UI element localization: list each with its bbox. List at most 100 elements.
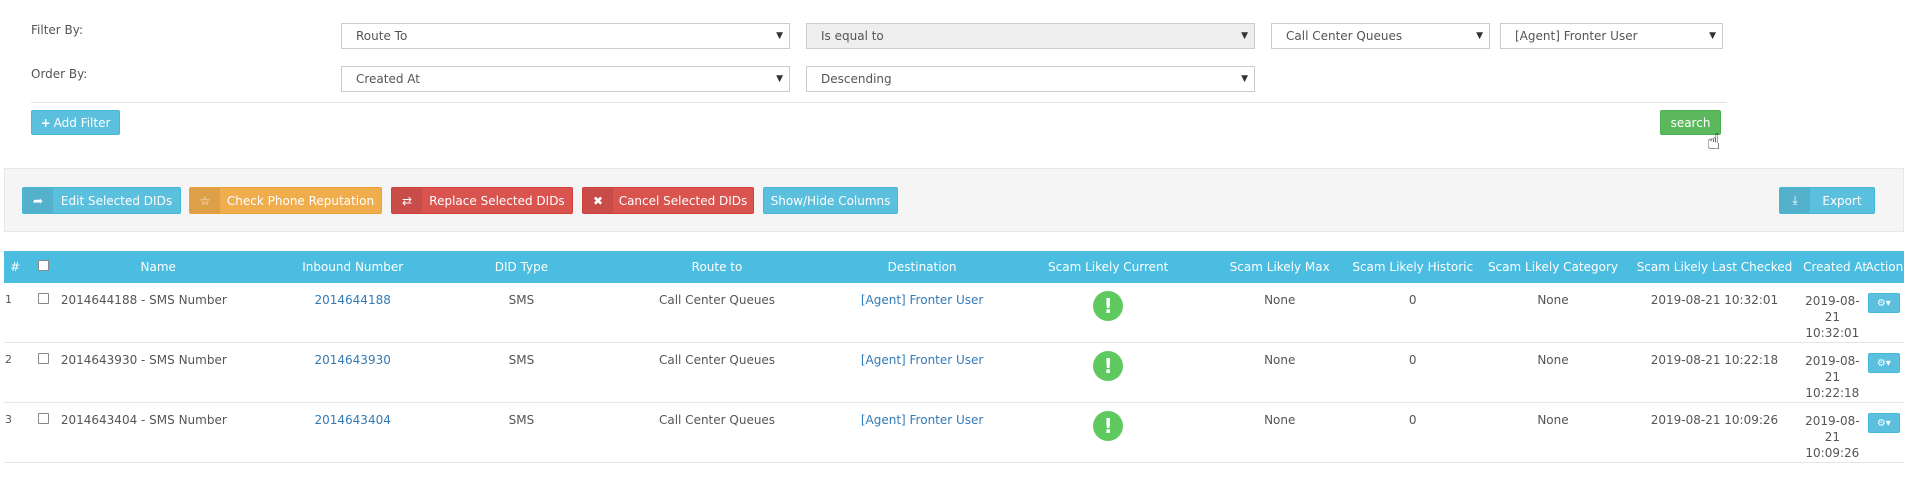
row-action-button[interactable]: ⚙▾ xyxy=(1867,413,1900,433)
chevron-down-icon: ▼ xyxy=(1241,74,1248,84)
destination-link[interactable]: [Agent] Fronter User xyxy=(861,413,984,427)
header-destination[interactable]: Destination xyxy=(839,251,1005,283)
inbound-number-link[interactable]: 2014644188 xyxy=(315,293,391,307)
row-checkbox[interactable] xyxy=(37,293,49,304)
row-scam-historic: 0 xyxy=(1347,283,1479,343)
row-scam-max: None xyxy=(1212,283,1348,343)
dids-table: # Name Inbound Number DID Type Route to … xyxy=(4,251,1904,463)
filter-divider xyxy=(31,102,1727,103)
add-filter-button[interactable]: + Add Filter xyxy=(31,110,120,135)
header-num: # xyxy=(4,251,27,283)
row-checkbox[interactable] xyxy=(37,413,49,424)
edit-selected-dids-button[interactable]: ➦ Edit Selected DIDs xyxy=(22,187,181,214)
header-scam-likely-category[interactable]: Scam Likely Category xyxy=(1478,251,1628,283)
row-scam-historic: 0 xyxy=(1347,402,1479,463)
chevron-down-icon: ▼ xyxy=(776,31,783,41)
header-scam-likely-historic[interactable]: Scam Likely Historic xyxy=(1347,251,1479,283)
table-row: 1 2014644188 - SMS Number 2014644188 SMS… xyxy=(4,283,1904,343)
created-date: 2019-08- xyxy=(1805,354,1860,368)
created-time: 10:32:01 xyxy=(1805,326,1860,340)
row-scam-last-checked: 2019-08-21 10:22:18 xyxy=(1627,342,1802,403)
row-route-to: Call Center Queues xyxy=(594,283,840,343)
order-field-select[interactable]: Created At ▼ xyxy=(341,66,790,92)
row-select[interactable] xyxy=(26,283,60,343)
select-all-checkbox[interactable] xyxy=(37,260,49,271)
row-action-button[interactable]: ⚙▾ xyxy=(1867,293,1900,313)
row-route-to: Call Center Queues xyxy=(594,402,840,463)
row-select[interactable] xyxy=(26,402,60,463)
row-select[interactable] xyxy=(26,342,60,403)
header-scam-likely-last-checked[interactable]: Scam Likely Last Checked xyxy=(1627,251,1802,283)
table-header-row: # Name Inbound Number DID Type Route to … xyxy=(4,251,1904,283)
row-did-type: SMS xyxy=(448,283,595,343)
gear-icon: ⚙▾ xyxy=(1876,297,1891,309)
row-scam-category: None xyxy=(1478,402,1628,463)
destination-link[interactable]: [Agent] Fronter User xyxy=(861,353,984,367)
row-did-type: SMS xyxy=(448,402,595,463)
header-scam-likely-max[interactable]: Scam Likely Max xyxy=(1212,251,1348,283)
row-num: 1 xyxy=(4,283,27,343)
row-inbound-number[interactable]: 2014643930 xyxy=(256,342,449,403)
row-inbound-number[interactable]: 2014644188 xyxy=(256,283,449,343)
row-inbound-number[interactable]: 2014643404 xyxy=(256,402,449,463)
header-did-type[interactable]: DID Type xyxy=(448,251,595,283)
inbound-number-link[interactable]: 2014643404 xyxy=(315,413,391,427)
filter-value-select-2[interactable]: [Agent] Fronter User ▼ xyxy=(1500,23,1723,49)
add-filter-label: Add Filter xyxy=(53,115,111,130)
header-scam-likely-current[interactable]: Scam Likely Current xyxy=(1004,251,1213,283)
filter-by-label: Filter By: xyxy=(31,23,84,37)
row-created-at: 2019-08- 21 10:09:26 xyxy=(1801,402,1864,463)
times-icon: ✖ xyxy=(583,188,613,213)
header-created-at[interactable]: Created At xyxy=(1801,251,1867,283)
header-route-to[interactable]: Route to xyxy=(594,251,840,283)
exclamation-icon: ! xyxy=(1093,291,1124,321)
header-inbound-number[interactable]: Inbound Number xyxy=(256,251,449,283)
row-scam-max: None xyxy=(1212,402,1348,463)
created-day: 21 xyxy=(1824,430,1840,444)
star-icon: ☆ xyxy=(190,188,220,213)
chevron-down-icon: ▼ xyxy=(1241,31,1248,41)
show-hide-columns-label: Show/Hide Columns xyxy=(770,193,891,208)
created-date: 2019-08- xyxy=(1805,414,1860,428)
show-hide-columns-button[interactable]: Show/Hide Columns xyxy=(763,187,898,214)
filter-value-1: Call Center Queues xyxy=(1286,29,1403,43)
row-scam-last-checked: 2019-08-21 10:32:01 xyxy=(1627,283,1802,343)
order-direction-select[interactable]: Descending ▼ xyxy=(806,66,1255,92)
row-action-button[interactable]: ⚙▾ xyxy=(1867,353,1900,373)
order-by-label: Order By: xyxy=(31,67,88,81)
order-field-value: Created At xyxy=(356,72,421,86)
filter-value-2: [Agent] Fronter User xyxy=(1515,29,1638,43)
cancel-selected-dids-button[interactable]: ✖ Cancel Selected DIDs xyxy=(582,187,754,214)
table-row: 2 2014643930 - SMS Number 2014643930 SMS… xyxy=(4,342,1904,403)
header-name[interactable]: Name xyxy=(59,251,257,283)
check-phone-reputation-button[interactable]: ☆ Check Phone Reputation xyxy=(189,187,382,214)
destination-link[interactable]: [Agent] Fronter User xyxy=(861,293,984,307)
retweet-icon: ⇄ xyxy=(392,188,422,213)
plus-icon: + xyxy=(40,115,51,130)
filter-value-select-1[interactable]: Call Center Queues ▼ xyxy=(1271,23,1490,49)
replace-selected-dids-button[interactable]: ⇄ Replace Selected DIDs xyxy=(391,187,573,214)
row-checkbox[interactable] xyxy=(37,353,49,364)
row-num: 3 xyxy=(4,402,27,463)
order-direction-value: Descending xyxy=(821,72,892,86)
row-destination[interactable]: [Agent] Fronter User xyxy=(839,342,1005,403)
created-date: 2019-08- xyxy=(1805,294,1860,308)
header-action: Action xyxy=(1863,251,1904,283)
header-select-all[interactable] xyxy=(26,251,60,283)
filter-field-select[interactable]: Route To ▼ xyxy=(341,23,790,49)
row-destination[interactable]: [Agent] Fronter User xyxy=(839,402,1005,463)
row-created-at: 2019-08- 21 10:32:01 xyxy=(1801,283,1864,343)
row-scam-current: ! xyxy=(1004,342,1213,403)
exclamation-icon: ! xyxy=(1093,411,1124,441)
filter-operator-select[interactable]: Is equal to ▼ xyxy=(806,23,1255,49)
row-scam-current: ! xyxy=(1004,402,1213,463)
row-name: 2014643404 - SMS Number xyxy=(59,402,257,463)
row-route-to: Call Center Queues xyxy=(594,342,840,403)
created-day: 21 xyxy=(1824,310,1840,324)
export-button[interactable]: ⤓ Export xyxy=(1779,187,1875,214)
inbound-number-link[interactable]: 2014643930 xyxy=(315,353,391,367)
row-destination[interactable]: [Agent] Fronter User xyxy=(839,283,1005,343)
row-name: 2014644188 - SMS Number xyxy=(59,283,257,343)
hand-cursor-icon: ☝ xyxy=(1707,130,1721,155)
row-name: 2014643930 - SMS Number xyxy=(59,342,257,403)
